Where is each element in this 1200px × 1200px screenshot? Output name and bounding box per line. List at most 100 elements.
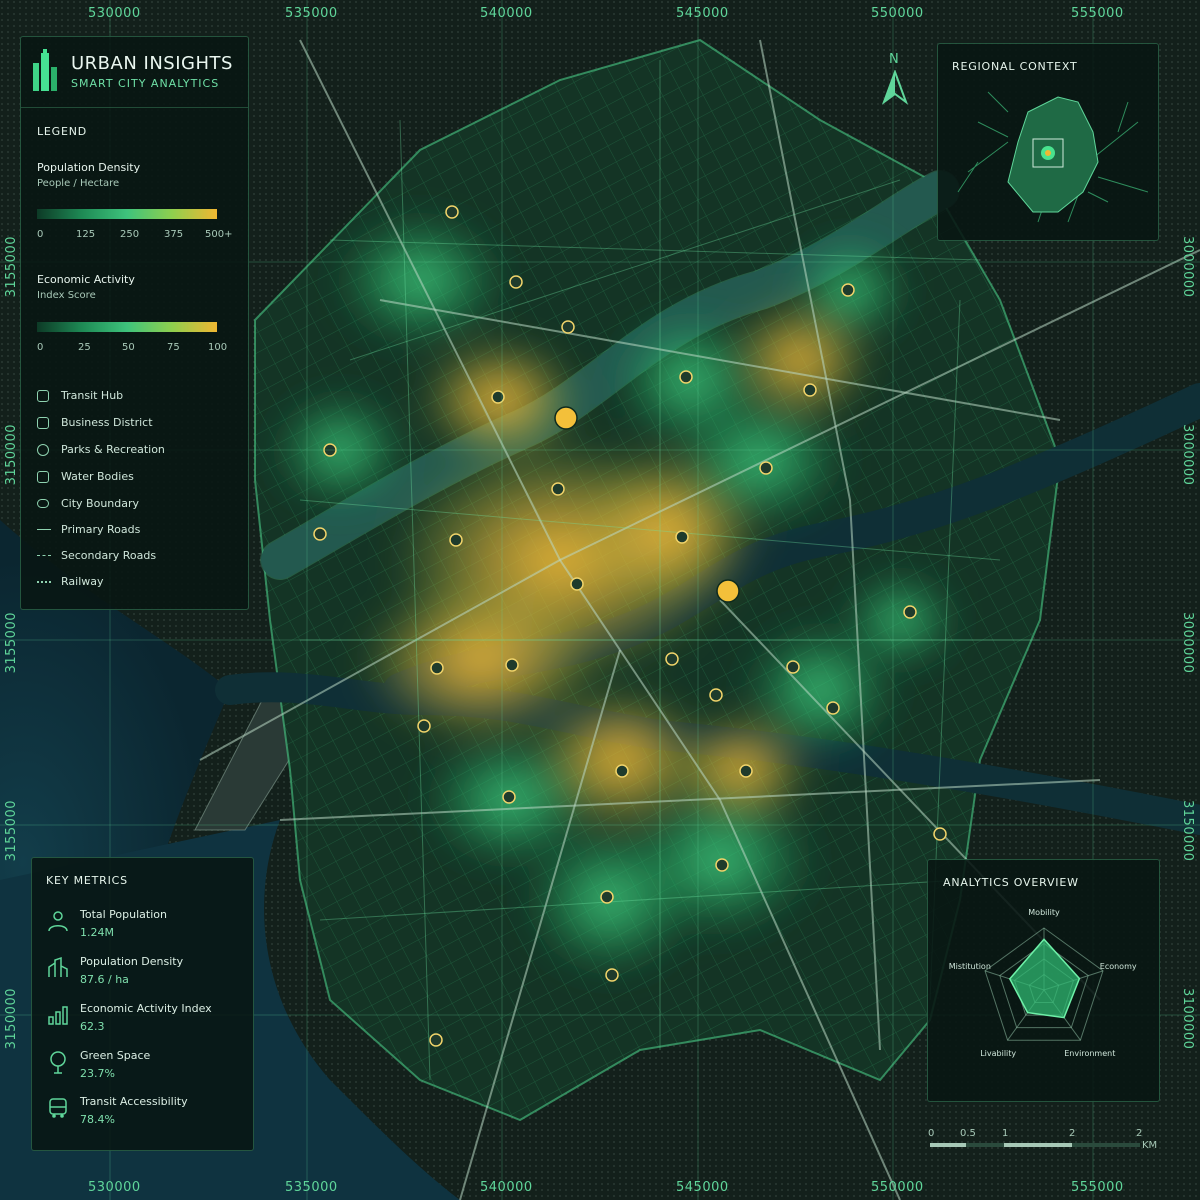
poi-marker[interactable] xyxy=(570,577,584,591)
poi-marker[interactable] xyxy=(679,370,693,384)
x-coord-label: 545000 xyxy=(676,1180,729,1195)
economic-activity-title: Economic Activity xyxy=(37,273,135,286)
regional-context-map[interactable] xyxy=(948,82,1148,232)
poi-marker[interactable] xyxy=(561,320,575,334)
poi-marker[interactable] xyxy=(605,968,619,982)
y-coord-label: 3100000 xyxy=(1180,988,1195,1050)
primary-road-icon xyxy=(37,529,51,530)
poi-marker[interactable] xyxy=(786,660,800,674)
x-coord-label: 540000 xyxy=(480,6,533,21)
radar-axis-label: Environment xyxy=(1064,1049,1115,1058)
ramp-tick: 25 xyxy=(78,342,91,353)
analytics-overview-title: ANALYTICS OVERVIEW xyxy=(943,876,1079,889)
legend-item-water-bodies: Water Bodies xyxy=(37,470,134,483)
poi-marker[interactable] xyxy=(675,530,689,544)
poi-marker[interactable] xyxy=(502,790,516,804)
poi-marker[interactable] xyxy=(933,827,947,841)
poi-marker[interactable] xyxy=(449,533,463,547)
scale-tick: 2 xyxy=(1069,1128,1076,1139)
x-coord-label: 550000 xyxy=(871,1180,924,1195)
legend-item-primary-roads: Primary Roads xyxy=(37,523,140,536)
x-coord-label: 530000 xyxy=(88,6,141,21)
poi-marker[interactable] xyxy=(739,764,753,778)
poi-marker[interactable] xyxy=(709,688,723,702)
legend-item-label: Secondary Roads xyxy=(61,549,157,562)
poi-marker[interactable] xyxy=(826,701,840,715)
legend-item-transit-hub: Transit Hub xyxy=(37,389,123,402)
ramp-tick: 100 xyxy=(208,342,228,353)
poi-marker[interactable] xyxy=(505,658,519,672)
legend-title: LEGEND xyxy=(37,125,88,138)
poi-marker[interactable] xyxy=(841,283,855,297)
poi-marker[interactable] xyxy=(715,858,729,872)
x-coord-label: 540000 xyxy=(480,1180,533,1195)
poi-marker[interactable] xyxy=(615,764,629,778)
key-metrics-panel: KEY METRICS Total Population 1.24M Popula… xyxy=(31,857,254,1151)
metric-economic-activity: Economic Activity Index 62.3 xyxy=(46,1002,212,1033)
poi-marker[interactable] xyxy=(430,661,444,675)
metric-label: Transit Accessibility xyxy=(80,1095,188,1108)
poi-marker[interactable] xyxy=(803,383,817,397)
metric-label: Economic Activity Index xyxy=(80,1002,212,1015)
poi-marker[interactable] xyxy=(665,652,679,666)
scale-segment xyxy=(1004,1143,1072,1147)
poi-marker[interactable] xyxy=(551,482,565,496)
analytics-overview-panel: ANALYTICS OVERVIEW Mobility Economy Enviro… xyxy=(927,859,1160,1102)
y-coord-label: 3155000 xyxy=(4,236,19,298)
legend-item-label: Business District xyxy=(61,416,153,429)
legend-item-label: Parks & Recreation xyxy=(61,443,165,456)
bus-icon xyxy=(49,1098,67,1118)
scale-tick: 0 xyxy=(928,1128,935,1139)
scale-tick: 1 xyxy=(1002,1128,1009,1139)
radar-chart[interactable]: Mobility Economy Environment Livability Mist… xyxy=(928,900,1161,1100)
x-coord-label: 550000 xyxy=(871,6,924,21)
poi-marker[interactable] xyxy=(429,1033,443,1047)
poi-marker[interactable] xyxy=(759,461,773,475)
radar-axis-label: Livability xyxy=(980,1049,1016,1058)
density-icon xyxy=(48,956,68,977)
parks-icon xyxy=(37,443,49,456)
y-coord-label: 3000000 xyxy=(1180,612,1195,674)
poi-marker[interactable] xyxy=(445,205,459,219)
metric-transit-accessibility: Transit Accessibility 78.4% xyxy=(46,1095,188,1126)
poi-marker[interactable] xyxy=(554,406,578,430)
secondary-road-icon xyxy=(37,555,51,556)
economic-activity-ramp xyxy=(37,322,217,332)
app-header: URBAN INSIGHTS SMART CITY ANALYTICS xyxy=(31,49,241,95)
y-coord-label: 3150000 xyxy=(4,424,19,486)
legend-item-secondary-roads: Secondary Roads xyxy=(37,549,156,562)
legend-item-label: Primary Roads xyxy=(61,523,141,536)
legend-item-city-boundary: City Boundary xyxy=(37,497,139,510)
legend-item-label: Water Bodies xyxy=(61,470,134,483)
poi-marker[interactable] xyxy=(903,605,917,619)
regional-context-title: REGIONAL CONTEXT xyxy=(952,60,1078,73)
x-coord-label: 535000 xyxy=(285,1180,338,1195)
railway-icon xyxy=(37,580,51,583)
scale-tick: 0.5 xyxy=(960,1128,976,1139)
x-coord-label: 555000 xyxy=(1071,6,1124,21)
x-coord-label: 535000 xyxy=(285,6,338,21)
metric-green-space: Green Space 23.7% xyxy=(46,1049,150,1080)
city-logo-icon xyxy=(33,49,57,91)
legend-item-parks: Parks & Recreation xyxy=(37,443,165,456)
x-coord-label: 530000 xyxy=(88,1180,141,1195)
business-district-icon xyxy=(37,416,49,429)
metric-value: 1.24M xyxy=(80,926,114,939)
legend-panel: URBAN INSIGHTS SMART CITY ANALYTICS LEGE… xyxy=(20,36,249,610)
poi-marker[interactable] xyxy=(509,275,523,289)
ramp-tick: 375 xyxy=(164,229,184,240)
regional-context-panel: REGIONAL CONTEXT xyxy=(937,43,1159,241)
transit-hub-icon xyxy=(37,389,49,402)
poi-marker[interactable] xyxy=(716,579,740,603)
y-coord-label: 3150000 xyxy=(4,988,19,1050)
poi-marker[interactable] xyxy=(600,890,614,904)
ramp-tick: 0 xyxy=(37,229,44,240)
y-coord-label: 3000000 xyxy=(1180,236,1195,298)
metric-label: Population Density xyxy=(80,955,184,968)
metric-value: 62.3 xyxy=(80,1020,105,1033)
metric-population-density: Population Density 87.6 / ha xyxy=(46,955,183,986)
population-density-title: Population Density xyxy=(37,161,141,174)
poi-marker[interactable] xyxy=(417,719,431,733)
poi-marker[interactable] xyxy=(313,527,327,541)
north-label: N xyxy=(889,52,899,67)
